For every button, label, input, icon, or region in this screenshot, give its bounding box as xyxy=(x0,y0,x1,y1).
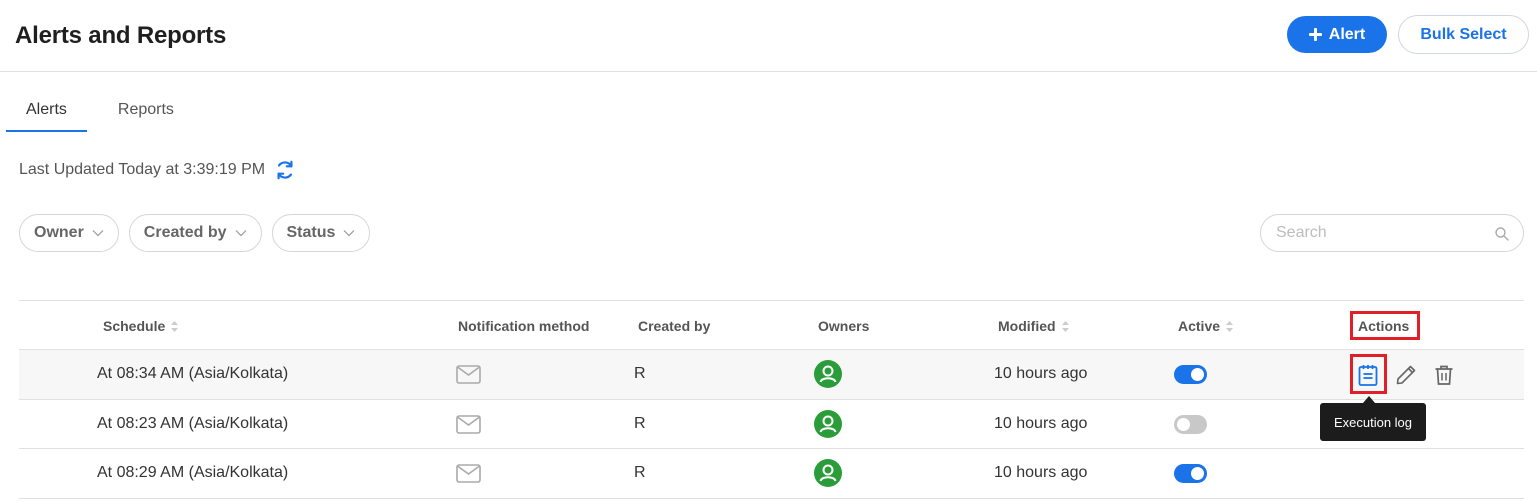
created-by-cell: R xyxy=(634,365,646,382)
modified-cell: 10 hours ago xyxy=(994,464,1088,481)
table-row[interactable]: At 08:29 AM (Asia/Kolkata) R 10 hours ag… xyxy=(19,449,1524,499)
tab-reports[interactable]: Reports xyxy=(98,92,194,132)
created-by-cell: R xyxy=(634,414,646,432)
search-input[interactable] xyxy=(1276,224,1476,242)
column-header-schedule[interactable]: Schedule xyxy=(103,318,179,334)
sort-icon xyxy=(171,320,179,332)
filter-status-label: Status xyxy=(286,224,336,241)
add-alert-label: Alert xyxy=(1328,25,1366,43)
tooltip-arrow xyxy=(1363,396,1375,403)
add-alert-button[interactable]: Alert xyxy=(1287,16,1387,53)
edit-icon[interactable] xyxy=(1394,363,1418,387)
active-toggle[interactable] xyxy=(1174,464,1207,483)
column-label: Modified xyxy=(998,318,1056,334)
sort-icon xyxy=(1061,320,1069,332)
plus-icon xyxy=(1308,28,1322,41)
filter-created-by[interactable]: Created by xyxy=(128,214,262,252)
execution-log-highlight xyxy=(1350,354,1387,394)
filter-status[interactable]: Status xyxy=(271,214,371,252)
table-row[interactable]: At 08:34 AM (Asia/Kolkata) R 10 hours ag… xyxy=(19,350,1524,400)
mail-icon xyxy=(456,464,481,483)
execution-log-tooltip: Execution log xyxy=(1320,403,1426,441)
column-label: Schedule xyxy=(103,318,166,334)
column-label: Active xyxy=(1178,318,1221,334)
created-by-cell: R xyxy=(634,464,646,481)
filter-bar: Owner Created by Status xyxy=(19,214,371,252)
user-icon xyxy=(819,464,837,482)
column-header-created-by: Created by xyxy=(638,318,711,334)
mail-icon xyxy=(456,365,481,384)
user-icon xyxy=(819,415,837,432)
modified-cell: 10 hours ago xyxy=(994,365,1088,382)
tab-bar: Alerts Reports xyxy=(6,92,194,132)
modified-cell: 10 hours ago xyxy=(994,414,1088,432)
owner-avatar[interactable] xyxy=(814,409,842,438)
column-header-active[interactable]: Active xyxy=(1178,318,1234,334)
toggle-knob xyxy=(1191,368,1204,381)
active-toggle[interactable] xyxy=(1174,365,1207,384)
schedule-cell: At 08:29 AM (Asia/Kolkata) xyxy=(97,464,289,481)
filter-owner[interactable]: Owner xyxy=(19,214,119,252)
chevron-down-icon xyxy=(92,230,104,237)
toggle-knob xyxy=(1191,467,1204,480)
user-icon xyxy=(819,365,837,383)
page-title: Alerts and Reports xyxy=(15,22,227,49)
column-header-modified[interactable]: Modified xyxy=(998,318,1069,334)
owner-avatar[interactable] xyxy=(814,360,842,388)
column-header-owners: Owners xyxy=(818,318,870,334)
page-header: Alerts and Reports Alert Bulk Select xyxy=(0,0,1537,72)
mail-icon xyxy=(456,414,481,434)
alerts-table: Schedule Notification method Created by … xyxy=(19,300,1524,499)
chevron-down-icon xyxy=(235,230,246,237)
refresh-icon[interactable] xyxy=(274,159,296,181)
active-toggle[interactable] xyxy=(1174,414,1207,434)
actions-header-highlight xyxy=(1350,311,1420,340)
column-header-notification-method: Notification method xyxy=(458,318,590,334)
schedule-cell: At 08:34 AM (Asia/Kolkata) xyxy=(97,365,289,382)
table-row[interactable]: At 08:23 AM (Asia/Kolkata) R 10 hours ag… xyxy=(19,400,1524,449)
toggle-knob xyxy=(1177,417,1190,431)
last-updated: Last Updated Today at 3:39:19 PM xyxy=(19,159,296,181)
chevron-down-icon xyxy=(343,230,355,237)
table-header: Schedule Notification method Created by … xyxy=(19,300,1524,350)
owner-avatar[interactable] xyxy=(814,459,842,487)
search-icon[interactable] xyxy=(1495,227,1509,241)
trash-icon[interactable] xyxy=(1432,363,1456,387)
last-updated-text: Last Updated Today at 3:39:19 PM xyxy=(19,161,266,178)
sort-icon xyxy=(1226,320,1234,332)
search-box xyxy=(1260,214,1524,252)
schedule-cell: At 08:23 AM (Asia/Kolkata) xyxy=(97,414,289,432)
bulk-select-button[interactable]: Bulk Select xyxy=(1398,15,1529,54)
filter-created-by-label: Created by xyxy=(143,224,227,241)
tab-alerts[interactable]: Alerts xyxy=(6,92,87,132)
filter-owner-label: Owner xyxy=(34,224,84,241)
